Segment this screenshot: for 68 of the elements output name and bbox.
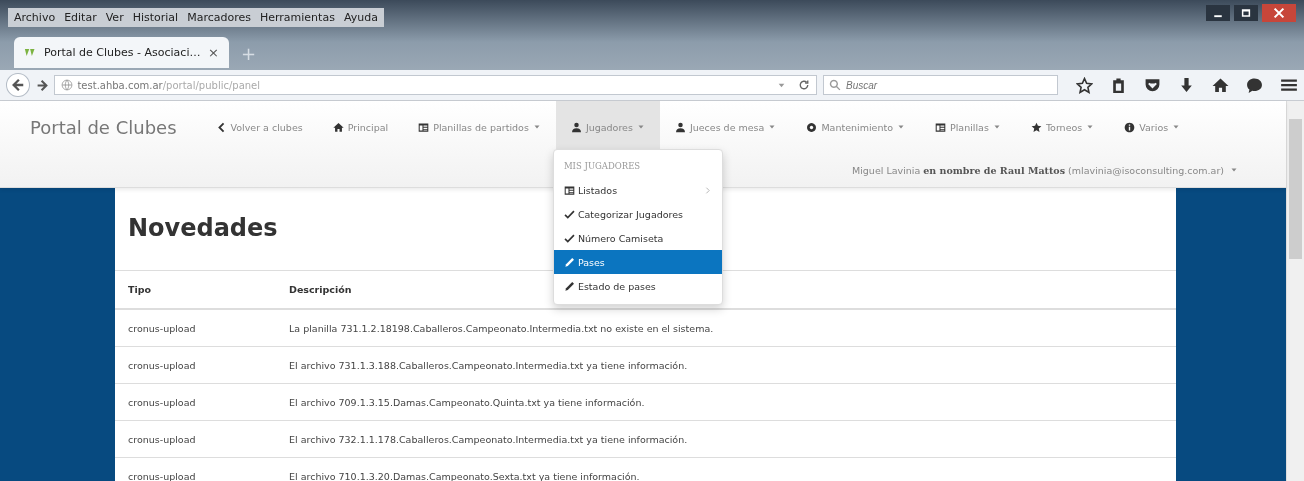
browser-tab[interactable]: Portal de Clubes - Asociaci… ×: [14, 37, 229, 68]
menu-item[interactable]: Historial: [132, 11, 179, 24]
table-cell: cronus-upload: [115, 383, 276, 421]
nav-item[interactable]: Varios: [1109, 101, 1196, 153]
table-icon: [934, 121, 946, 133]
nav-item[interactable]: Volver a clubes: [200, 101, 318, 153]
menu-item[interactable]: Editar: [64, 11, 97, 24]
nav-item[interactable]: Principal: [317, 101, 404, 153]
nav-item[interactable]: Planillas de partidos: [403, 101, 556, 153]
chevron-left-icon: [215, 121, 227, 133]
menu-item[interactable]: Herramientas: [259, 11, 335, 24]
close-icon[interactable]: [1262, 4, 1296, 22]
minimize-icon[interactable]: [1206, 5, 1230, 21]
table-icon: [418, 121, 430, 133]
brand-title[interactable]: Portal de Clubes: [30, 116, 177, 138]
menu-item[interactable]: Ayuda: [343, 11, 378, 24]
scrollbar[interactable]: [1286, 101, 1304, 481]
pocket-icon[interactable]: [1144, 76, 1161, 94]
search-icon: [829, 79, 841, 91]
dropdown-item[interactable]: Número Camiseta: [553, 226, 722, 250]
back-arrow-icon: [10, 78, 25, 92]
dropdown-item[interactable]: Listados: [553, 178, 722, 202]
user-icon: [674, 121, 686, 133]
nav-item[interactable]: Jueces de mesa: [659, 101, 792, 153]
nav-item[interactable]: Torneos: [1015, 101, 1110, 153]
pencil-icon: [563, 256, 575, 268]
tab-close[interactable]: ×: [208, 45, 219, 60]
home-icon[interactable]: [1212, 76, 1229, 94]
table-cell: El archivo 709.1.3.15.Damas.Campeonato.Quinta.txt ya tiene información.: [276, 383, 1176, 421]
pencil-icon: [563, 280, 575, 292]
check-icon: [563, 232, 575, 244]
nav-item[interactable]: Mantenimiento: [791, 101, 920, 153]
table-cell: El archivo 732.1.1.178.Caballeros.Campeonato.Intermedia.txt ya tiene información.: [276, 420, 1176, 458]
search-field[interactable]: Buscar: [823, 75, 1058, 95]
caret-icon[interactable]: [1230, 166, 1238, 174]
user-icon: [570, 121, 582, 133]
dropdown-item[interactable]: Pases: [553, 250, 722, 274]
menu-item[interactable]: Ver: [105, 11, 124, 24]
info-icon: [1124, 121, 1136, 133]
forward-icon[interactable]: [35, 78, 49, 92]
tab-title: Portal de Clubes - Asociaci…: [44, 46, 201, 59]
menu-item[interactable]: Marcadores: [187, 11, 251, 24]
dropdown-item[interactable]: Categorizar Jugadores: [553, 202, 722, 226]
menu-icon[interactable]: [1280, 76, 1298, 94]
home-icon: [332, 121, 344, 133]
table-cell: cronus-upload: [115, 420, 276, 458]
user-name[interactable]: Miguel Lavinia en nombre de Raul Mattos (mlavinia@isoconsulting.com.ar): [852, 164, 1224, 176]
menu-item[interactable]: Archivo: [14, 11, 56, 24]
column-header: Tipo: [115, 270, 276, 309]
table-cell: El archivo 731.1.3.188.Caballeros.Campeonato.Intermedia.txt ya tiene información.: [276, 346, 1176, 384]
nav-item[interactable]: Planillas: [919, 101, 1016, 153]
back-button[interactable]: [6, 73, 30, 97]
page-title: Novedades: [128, 213, 278, 244]
table-cell: La planilla 731.1.2.18198.Caballeros.Campeonato.Intermedia.txt no existe en el sistema.: [276, 309, 1176, 347]
reload-icon[interactable]: [798, 79, 810, 91]
chat-icon[interactable]: [1246, 76, 1263, 94]
check-icon: [563, 208, 575, 220]
address-bar[interactable]: test.ahba.com.ar/portal/public/panel: [54, 75, 817, 95]
star-icon: [1030, 121, 1042, 133]
table-cell: cronus-upload: [115, 309, 276, 347]
table-cell: cronus-upload: [115, 457, 276, 481]
dropdown-header: MIS JUGADORES: [562, 160, 642, 173]
table-icon: [563, 184, 575, 196]
clipboard-icon[interactable]: [1110, 76, 1127, 94]
bookmark-star-icon[interactable]: [1076, 76, 1093, 94]
table-cell: cronus-upload: [115, 346, 276, 384]
maximize-icon[interactable]: [1234, 5, 1258, 21]
dropdown-item[interactable]: Estado de pases: [553, 274, 722, 298]
